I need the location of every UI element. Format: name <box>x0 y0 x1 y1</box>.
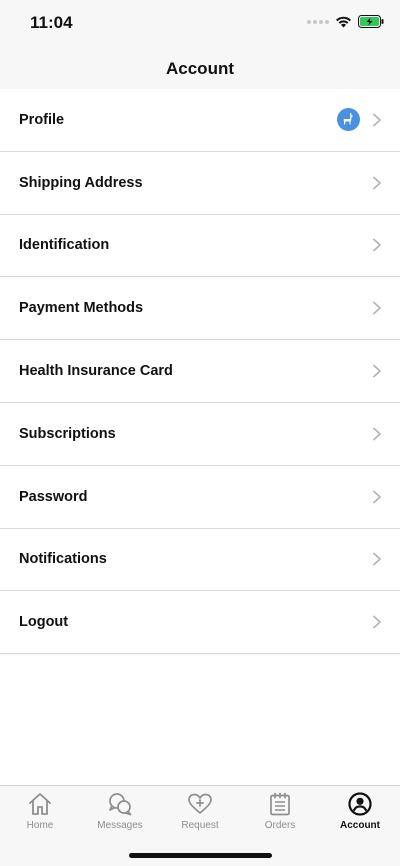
chevron-right-icon <box>373 301 381 315</box>
account-menu-list: Profile Shipping Address Identification … <box>0 89 400 655</box>
chevron-right-icon <box>373 239 381 252</box>
menu-item-label: Health Insurance Card <box>19 363 173 380</box>
content-background <box>0 655 400 786</box>
chevron-right-icon <box>373 615 381 629</box>
calendar-icon <box>270 792 290 816</box>
battery-icon <box>358 15 384 28</box>
menu-item-label: Password <box>19 488 88 505</box>
messages-icon <box>109 793 132 816</box>
menu-item-shipping-address[interactable]: Shipping Address <box>0 151 400 215</box>
menu-item-logout[interactable]: Logout <box>0 591 400 655</box>
tab-label: Messages <box>97 820 143 831</box>
page-title: Account <box>166 58 234 78</box>
menu-item-health-insurance-card[interactable]: Health Insurance Card <box>0 340 400 403</box>
menu-item-notifications[interactable]: Notifications <box>0 528 400 592</box>
llama-icon <box>343 112 352 125</box>
status-time: 11:04 <box>30 13 73 32</box>
chevron-right-icon <box>373 176 381 190</box>
tab-request[interactable]: Request <box>160 791 240 843</box>
menu-item-label: Logout <box>19 614 69 631</box>
tab-label: Home <box>26 820 54 831</box>
menu-item-profile[interactable]: Profile <box>0 89 400 152</box>
navigation-bar: Account <box>0 48 400 90</box>
menu-item-label: Identification <box>19 237 110 254</box>
menu-item-payment-methods[interactable]: Payment Methods <box>0 277 400 341</box>
tab-orders[interactable]: Orders <box>240 791 320 843</box>
tab-home[interactable]: Home <box>0 791 80 843</box>
menu-item-label: Payment Methods <box>19 300 144 317</box>
tab-bar: Home Messages Request Orders Account <box>0 785 400 866</box>
chevron-right-icon <box>373 113 381 127</box>
heart-plus-icon <box>188 793 212 814</box>
menu-item-identification[interactable]: Identification <box>0 214 400 278</box>
home-indicator <box>129 853 272 858</box>
tab-label: Orders <box>264 820 296 831</box>
menu-item-label: Subscriptions <box>19 425 116 442</box>
wifi-icon <box>336 16 351 28</box>
tab-label: Request <box>181 820 219 831</box>
tab-label: Account <box>340 820 380 831</box>
home-icon <box>29 793 51 815</box>
tab-messages[interactable]: Messages <box>80 791 160 843</box>
status-icons <box>307 15 384 28</box>
chevron-right-icon <box>373 364 381 378</box>
account-icon <box>348 792 372 816</box>
signal-icon <box>307 19 329 24</box>
chevron-right-icon <box>373 427 381 441</box>
tab-account[interactable]: Account <box>320 791 400 843</box>
status-bar: 11:04 <box>0 0 400 48</box>
menu-item-password[interactable]: Password <box>0 465 400 529</box>
menu-item-label: Profile <box>19 111 65 128</box>
chevron-right-icon <box>373 490 381 504</box>
menu-item-label: Shipping Address <box>19 174 143 191</box>
menu-item-subscriptions[interactable]: Subscriptions <box>0 402 400 466</box>
chevron-right-icon <box>373 553 381 566</box>
avatar <box>337 108 360 132</box>
menu-item-label: Notifications <box>19 551 107 568</box>
